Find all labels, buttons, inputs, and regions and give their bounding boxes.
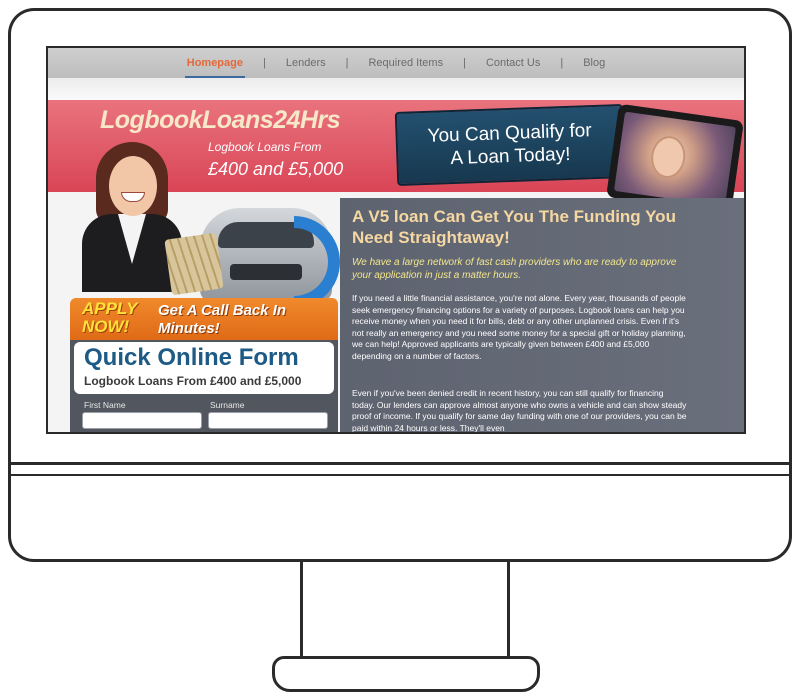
header-strip	[48, 78, 744, 100]
page-headline: A V5 loan Can Get You The Funding You Ne…	[352, 207, 676, 247]
form-title: Quick Online Form	[84, 344, 299, 371]
curved-arrow-icon	[294, 216, 340, 308]
monitor-stand-base	[272, 656, 540, 692]
body-paragraph-2: Even if you've been denied credit in rec…	[352, 388, 687, 433]
cash-notes-photo	[164, 232, 224, 296]
tablet-face-photo	[648, 133, 688, 181]
surname-input[interactable]	[208, 412, 328, 429]
tablet-photo	[613, 111, 737, 207]
tagline-line2: £400 and £5,000	[208, 159, 344, 179]
tagline-line1: Logbook Loans From	[208, 140, 322, 154]
apply-now-text[interactable]: APPLY NOW!	[82, 300, 152, 336]
body-paragraph-1: If you need a little financial assistanc…	[352, 293, 686, 361]
qualify-banner: You Can Qualify for A Loan Today!	[394, 104, 626, 186]
first-name-input[interactable]	[82, 412, 202, 429]
nav-lenders[interactable]: Lenders	[266, 57, 346, 69]
nav-blog[interactable]: Blog	[563, 57, 625, 69]
car-grille	[230, 264, 302, 280]
nav-contact-us[interactable]: Contact Us	[466, 57, 560, 69]
screen: Homepage | Lenders | Required Items | Co…	[46, 46, 746, 434]
monitor-chin-line	[8, 474, 792, 476]
nav-required-items[interactable]: Required Items	[348, 57, 463, 69]
top-navigation: Homepage | Lenders | Required Items | Co…	[48, 48, 744, 79]
callback-text[interactable]: Get A Call Back In Minutes!	[158, 302, 338, 338]
surname-label: Surname	[210, 400, 245, 410]
first-name-label: First Name	[84, 400, 126, 410]
site-logo[interactable]: LogbookLoans24Hrs	[100, 106, 341, 135]
woman-face	[109, 156, 157, 216]
page-subheadline: We have a large network of fast cash pro…	[352, 257, 677, 281]
nav-homepage[interactable]: Homepage	[167, 57, 263, 79]
monitor-chin	[8, 462, 792, 562]
form-subtitle: Logbook Loans From £400 and £5,000	[84, 374, 302, 388]
